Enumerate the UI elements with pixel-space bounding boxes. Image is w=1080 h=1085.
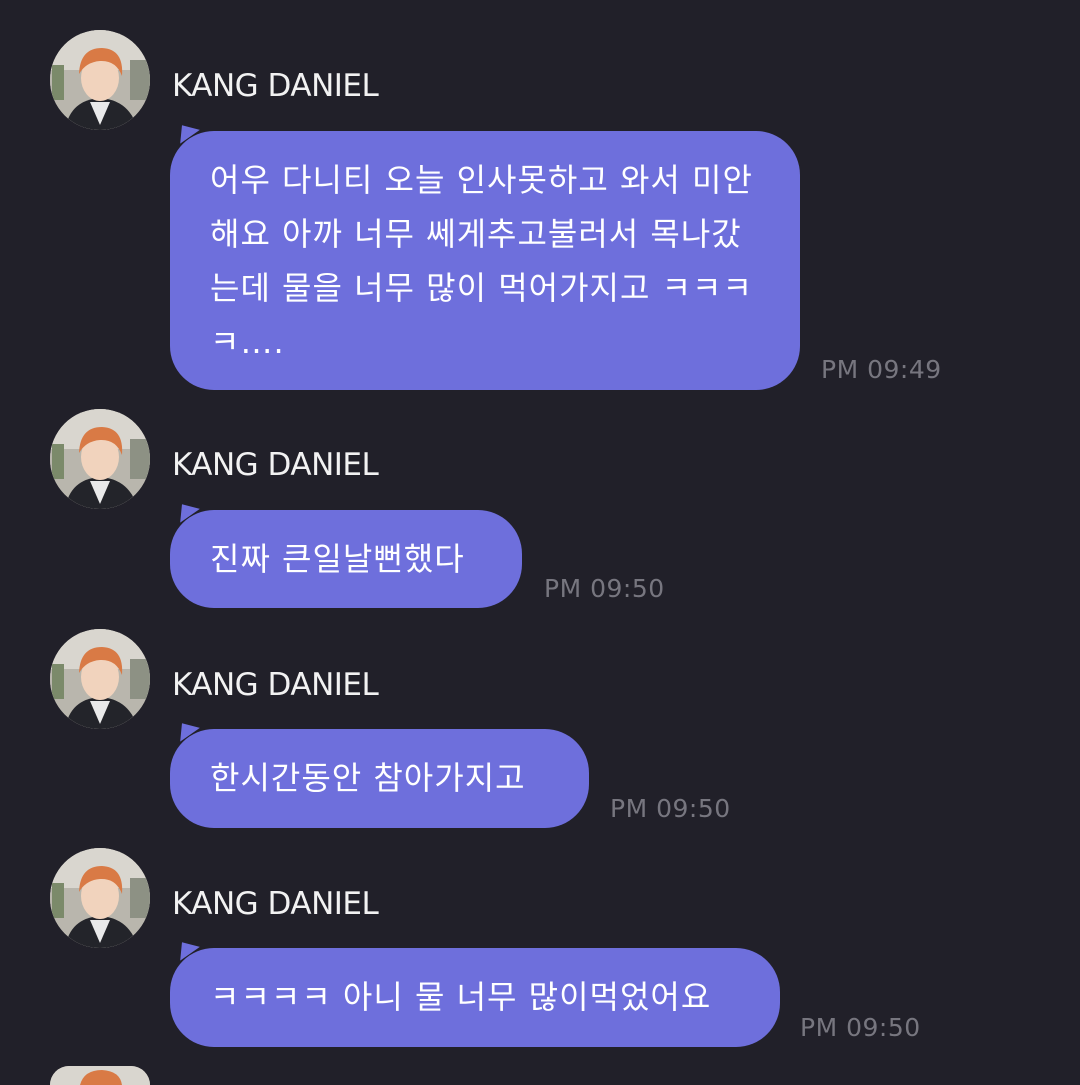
message-timestamp: PM 09:50 [800, 1013, 921, 1042]
sender-name: KANG DANIEL [172, 68, 379, 104]
message-bubble[interactable]: 한시간동안 참아가지고 [170, 729, 589, 828]
profile-photo-icon [50, 1066, 150, 1085]
sender-avatar[interactable] [50, 629, 150, 729]
profile-photo-icon [50, 30, 150, 130]
chat-thread[interactable]: KANG DANIEL 어우 다니티 오늘 인사못하고 와서 미안해요 아까 너… [0, 0, 1080, 1085]
message-bubble[interactable]: 어우 다니티 오늘 인사못하고 와서 미안해요 아까 너무 쎄게추고불러서 목나… [170, 131, 800, 390]
sender-avatar[interactable] [50, 1066, 150, 1085]
message-timestamp: PM 09:49 [821, 355, 942, 384]
sender-name: KANG DANIEL [172, 447, 379, 483]
profile-photo-icon [50, 629, 150, 729]
sender-avatar[interactable] [50, 848, 150, 948]
message-timestamp: PM 09:50 [610, 794, 731, 823]
message-timestamp: PM 09:50 [544, 574, 665, 603]
profile-photo-icon [50, 409, 150, 509]
profile-photo-icon [50, 848, 150, 948]
message-bubble[interactable]: 진짜 큰일날뻔했다 [170, 510, 522, 608]
sender-avatar[interactable] [50, 30, 150, 130]
sender-avatar[interactable] [50, 409, 150, 509]
sender-name: KANG DANIEL [172, 667, 379, 703]
sender-name: KANG DANIEL [172, 886, 379, 922]
message-bubble[interactable]: ㅋㅋㅋㅋ 아니 물 너무 많이먹었어요 [170, 948, 780, 1047]
